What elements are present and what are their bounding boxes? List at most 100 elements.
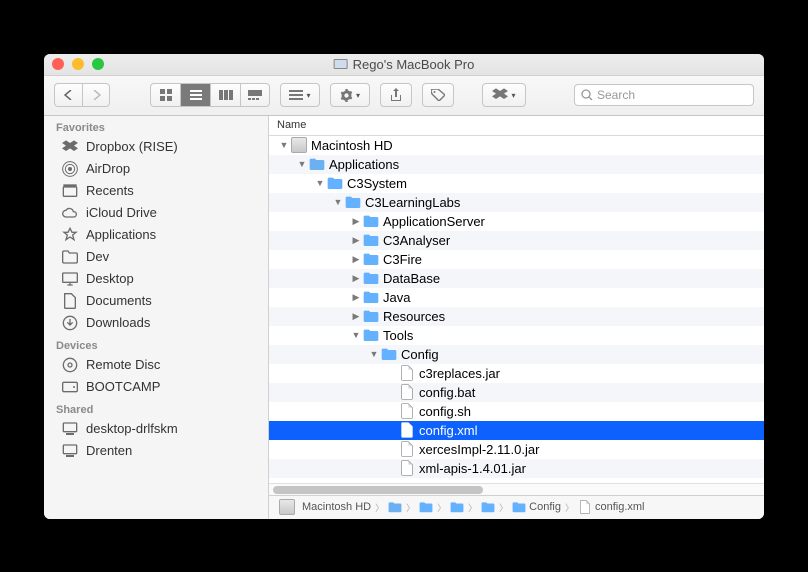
tree-item-label: Resources (383, 309, 445, 324)
icon-view-button[interactable] (150, 83, 180, 107)
folder-icon (419, 500, 433, 514)
sidebar-item-remote-disc[interactable]: Remote Disc (44, 354, 268, 376)
column-header-name[interactable]: Name (269, 116, 764, 136)
path-crumb[interactable]: Config (512, 500, 561, 514)
tree-row[interactable]: config.bat (269, 383, 764, 402)
folder-icon (345, 194, 361, 210)
path-crumb[interactable] (450, 500, 464, 514)
folder-icon (363, 213, 379, 229)
tree-row[interactable]: ▼ C3System (269, 174, 764, 193)
disk-icon (279, 499, 295, 515)
sidebar-item-downloads[interactable]: Downloads (44, 312, 268, 334)
gallery-view-button[interactable] (240, 83, 270, 107)
sidebar-item-dropbox-rise-[interactable]: Dropbox (RISE) (44, 136, 268, 158)
sidebar-item-label: Recents (86, 183, 134, 198)
tree-item-label: C3Fire (383, 252, 422, 267)
disclosure-arrow[interactable]: ▶ (351, 292, 361, 303)
path-crumb[interactable] (481, 500, 495, 514)
folder-icon (309, 156, 325, 172)
path-crumb[interactable]: Macintosh HD (277, 499, 371, 515)
search-icon (581, 89, 593, 101)
disk-icon (291, 137, 307, 153)
file-icon (399, 384, 415, 400)
disclosure-arrow[interactable]: ▼ (279, 140, 289, 150)
folder-icon (363, 270, 379, 286)
scrollbar-thumb[interactable] (273, 486, 483, 494)
disclosure-arrow[interactable]: ▼ (351, 330, 361, 340)
path-separator: 〉 (406, 501, 415, 514)
zoom-button[interactable] (92, 58, 104, 70)
sidebar-item-bootcamp[interactable]: BOOTCAMP (44, 376, 268, 398)
tree-row[interactable]: ▶ApplicationServer (269, 212, 764, 231)
toolbar: ▾ ▾ ▾ Search (44, 76, 764, 116)
tree-row[interactable]: ▶ C3Fire (269, 250, 764, 269)
tree-row[interactable]: ▶ Resources (269, 307, 764, 326)
sidebar-item-applications[interactable]: Applications (44, 224, 268, 246)
tree-row[interactable]: ▼ Applications (269, 155, 764, 174)
disclosure-arrow[interactable]: ▶ (351, 235, 361, 246)
column-view-button[interactable] (210, 83, 240, 107)
sidebar-item-desktop-drlfskm[interactable]: desktop-drlfskm (44, 418, 268, 440)
finder-window: Rego's MacBook Pro ▾ ▾ ▾ Search Favorite… (44, 54, 764, 519)
disclosure-arrow[interactable]: ▶ (351, 216, 361, 227)
path-separator: 〉 (375, 501, 384, 514)
tree-row[interactable]: ▼Macintosh HD (269, 136, 764, 155)
minimize-button[interactable] (72, 58, 84, 70)
shared-header: Shared (44, 398, 268, 418)
disclosure-arrow[interactable]: ▼ (333, 197, 343, 207)
forward-button[interactable] (82, 83, 110, 107)
list-view-button[interactable] (180, 83, 210, 107)
disclosure-arrow[interactable]: ▼ (315, 178, 325, 188)
sidebar-item-airdrop[interactable]: AirDrop (44, 158, 268, 180)
sidebar-item-icloud-drive[interactable]: iCloud Drive (44, 202, 268, 224)
disclosure-arrow[interactable]: ▶ (351, 273, 361, 284)
tree-row[interactable]: xml-apis-1.4.01.jar (269, 459, 764, 478)
titlebar[interactable]: Rego's MacBook Pro (44, 54, 764, 76)
action-button[interactable]: ▾ (330, 83, 370, 107)
main-content: Name ▼Macintosh HD▼Applications▼C3System… (269, 116, 764, 519)
sidebar-item-desktop[interactable]: Desktop (44, 268, 268, 290)
dropbox-button[interactable]: ▾ (482, 83, 526, 107)
tree-item-label: C3System (347, 176, 407, 191)
tree-row[interactable]: config.xml (269, 421, 764, 440)
tree-row[interactable]: c3replaces.jar (269, 364, 764, 383)
tree-row[interactable]: config.sh (269, 402, 764, 421)
disclosure-arrow[interactable]: ▼ (297, 159, 307, 169)
sidebar-item-documents[interactable]: Documents (44, 290, 268, 312)
disclosure-arrow[interactable]: ▶ (351, 254, 361, 265)
nav-buttons (54, 83, 110, 107)
sidebar-item-dev[interactable]: Dev (44, 246, 268, 268)
folder-icon (481, 500, 495, 514)
folder-icon (381, 346, 397, 362)
tree-row[interactable]: ▶DataBase (269, 269, 764, 288)
sidebar-item-drenten[interactable]: Drenten (44, 440, 268, 462)
path-crumb[interactable] (388, 500, 402, 514)
tree-item-label: Applications (329, 157, 399, 172)
tree-row[interactable]: ▶Java (269, 288, 764, 307)
horizontal-scrollbar[interactable] (269, 483, 764, 495)
sidebar-item-recents[interactable]: Recents (44, 180, 268, 202)
tags-button[interactable] (422, 83, 454, 107)
disclosure-arrow[interactable]: ▶ (351, 311, 361, 322)
close-button[interactable] (52, 58, 64, 70)
back-button[interactable] (54, 83, 82, 107)
disclosure-arrow[interactable]: ▼ (369, 349, 379, 359)
path-crumb[interactable]: config.xml (578, 500, 645, 514)
tree-item-label: C3LearningLabs (365, 195, 460, 210)
folder-icon (363, 327, 379, 343)
file-icon (399, 365, 415, 381)
tree-row[interactable]: ▶C3Analyser (269, 231, 764, 250)
search-field[interactable]: Search (574, 84, 754, 106)
tree-row[interactable]: xercesImpl-2.11.0.jar (269, 440, 764, 459)
share-button[interactable] (380, 83, 412, 107)
tree-item-label: config.sh (419, 404, 471, 419)
tree-row[interactable]: ▼ C3LearningLabs (269, 193, 764, 212)
tree-row[interactable]: ▼Tools (269, 326, 764, 345)
folder-icon (450, 500, 464, 514)
path-crumb[interactable] (419, 500, 433, 514)
arrange-button[interactable]: ▾ (280, 83, 320, 107)
tree-row[interactable]: ▼Config (269, 345, 764, 364)
crumb-label: Config (529, 501, 561, 513)
sidebar-item-label: Applications (86, 227, 156, 242)
sidebar-item-label: AirDrop (86, 161, 130, 176)
